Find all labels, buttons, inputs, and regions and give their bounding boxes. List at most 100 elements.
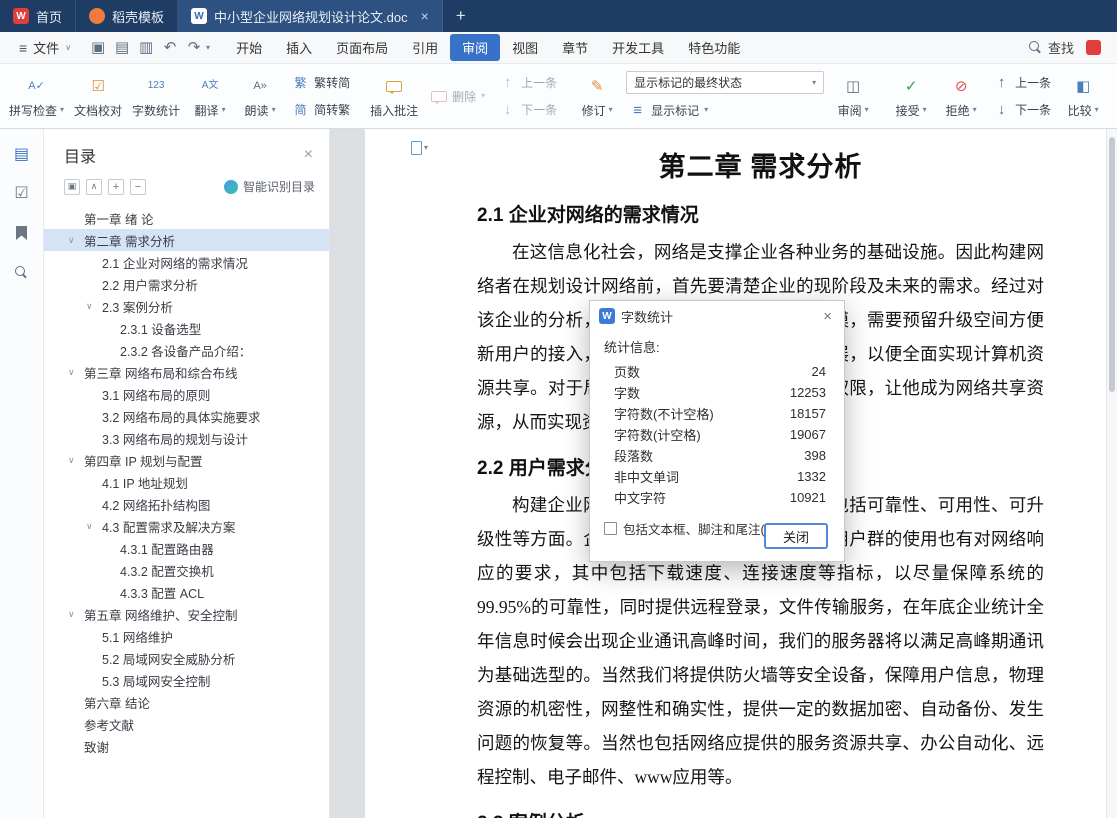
toc-item[interactable]: 3.1 网络布局的原则 (44, 383, 329, 405)
menu-tab-dev-tools[interactable]: 开发工具 (600, 34, 676, 61)
collapse-panel-button[interactable]: ∧ (86, 178, 102, 195)
print-button[interactable]: ▤ (110, 37, 134, 59)
promo-icon[interactable] (1086, 40, 1101, 55)
select-headings-button[interactable]: ▣ (64, 178, 80, 195)
tab-label: 中小型企业网络规划设计论文.doc (214, 9, 408, 25)
menu-tab-view[interactable]: 视图 (500, 34, 550, 61)
collapse-all-button[interactable]: − (130, 178, 146, 195)
show-markup-button[interactable]: ≡ 显示标记 ▾ (626, 99, 824, 121)
toc-item[interactable]: 4.3.3 配置 ACL (44, 581, 329, 603)
toc-item[interactable]: 第六章 结论 (44, 691, 329, 713)
toc-item[interactable]: 2.2 用户需求分析 (44, 273, 329, 295)
toc-item[interactable]: 5.3 局域网安全控制 (44, 669, 329, 691)
reviewing-pane-button[interactable]: ◫ 审阅 ▾ (828, 72, 878, 121)
expand-all-button[interactable]: + (108, 178, 124, 195)
menu-tab-review[interactable]: 审阅 (450, 34, 501, 61)
toc-item[interactable]: 2.3.1 设备选型 (44, 317, 329, 339)
menu-tab-start[interactable]: 开始 (224, 34, 274, 61)
menu-tab-special-features[interactable]: 特色功能 (676, 34, 752, 61)
prev-comment-button[interactable]: ↑ 上一条 (496, 72, 560, 94)
chevron-down-icon[interactable]: ∨ (86, 521, 93, 532)
toc-item[interactable]: 4.1 IP 地址规划 (44, 471, 329, 493)
toc-item[interactable]: 5.1 网络维护 (44, 625, 329, 647)
toc-item[interactable]: 4.2 网络拓扑结构图 (44, 493, 329, 515)
menu-tab-page-layout[interactable]: 页面布局 (324, 34, 400, 61)
insert-comment-button[interactable]: 插入批注 (365, 72, 423, 121)
toc-item[interactable]: ∨ 2.3 案例分析 (44, 295, 329, 317)
toc-item[interactable]: 5.2 局域网安全威胁分析 (44, 647, 329, 669)
redo-icon: ↷ (187, 39, 201, 56)
toc-item[interactable]: ∨ 第三章 网络布局和综合布线 (44, 361, 329, 383)
proofread-button[interactable]: ☑ 文档校对 (69, 72, 127, 121)
stat-row: 非中文单词 1332 (590, 466, 844, 487)
chevron-down-icon[interactable]: ∨ (68, 455, 75, 466)
chevron-down-icon[interactable]: ∨ (68, 235, 75, 246)
close-button[interactable]: 关闭 (764, 523, 828, 549)
scrollbar-thumb[interactable] (1109, 137, 1115, 392)
menu-tab-section[interactable]: 章节 (550, 34, 600, 61)
vertical-scrollbar[interactable] (1106, 129, 1117, 818)
redo-button[interactable]: ↷ (182, 37, 206, 59)
toc-item[interactable]: 第一章 绪 论 (44, 207, 329, 229)
delete-comment-button[interactable]: 删除 ▾ (427, 85, 488, 107)
show-markup-state-dropdown[interactable]: 显示标记的最终状态 ▾ (626, 71, 825, 94)
word-count-button[interactable]: 123 字数统计 (127, 72, 185, 121)
dialog-close-icon[interactable]: × (820, 308, 835, 325)
tab-docer[interactable]: 稻壳模板 (76, 0, 179, 32)
toc-item[interactable]: 4.3.2 配置交换机 (44, 559, 329, 581)
chevron-down-icon: ▾ (221, 105, 226, 114)
next-change-button[interactable]: ↓ 下一条 (990, 99, 1054, 121)
tab-home[interactable]: W 首页 (0, 0, 77, 32)
file-menu-button[interactable]: ≡ 文件 ∨ (10, 38, 80, 57)
toc-item-label: 2.3 案例分析 (102, 300, 173, 315)
toc-item[interactable]: ∨ 第二章 需求分析 (44, 229, 329, 251)
outline-pane-button[interactable]: ▤ (10, 143, 34, 167)
accept-button[interactable]: ✓ 接受 ▾ (886, 72, 936, 121)
translate-button[interactable]: A文 翻译 ▾ (185, 72, 235, 121)
new-tab-button[interactable]: + (443, 0, 479, 32)
close-tab-icon[interactable]: × (421, 8, 429, 24)
spell-check-button[interactable]: A✓ 拼写检查 ▾ (4, 72, 69, 121)
bookmark-pane-button[interactable] (10, 221, 34, 245)
toc-item[interactable]: 2.3.2 各设备产品介绍： (44, 339, 329, 361)
stat-value: 19067 (789, 427, 826, 442)
toc-item[interactable]: ∨ 第五章 网络维护、安全控制 (44, 603, 329, 625)
word-count-dialog: W 字数统计 × 统计信息: 页数 24 字数 12253 字符数(不计空格) 18157… (589, 300, 845, 562)
reject-button[interactable]: ⊘ 拒绝 ▾ (936, 72, 986, 121)
show-markup-icon: ≡ (633, 101, 643, 119)
undo-button[interactable]: ↶ (158, 37, 182, 59)
close-icon[interactable]: × (304, 146, 313, 164)
menu-tab-references[interactable]: 引用 (400, 34, 450, 61)
button-label: 拒绝 (945, 103, 970, 118)
simp-to-trad-button[interactable]: 简简转繁 (289, 99, 353, 121)
toc-item[interactable]: 3.3 网络布局的规划与设计 (44, 427, 329, 449)
docer-icon (89, 8, 106, 24)
next-comment-button[interactable]: ↓ 下一条 (496, 99, 560, 121)
print-preview-button[interactable]: ▥ (134, 37, 158, 59)
button-label: 上一条 (521, 76, 558, 90)
toc-item[interactable]: 4.3.1 配置路由器 (44, 537, 329, 559)
proofing-pane-button[interactable]: ☑ (10, 182, 34, 206)
save-button[interactable]: ▣ (86, 37, 110, 59)
toc-item[interactable]: ∨ 第四章 IP 规划与配置 (44, 449, 329, 471)
read-aloud-button[interactable]: A» 朗读 ▾ (235, 72, 285, 121)
toc-item[interactable]: ∨ 4.3 配置需求及解决方案 (44, 515, 329, 537)
prev-change-button[interactable]: ↑ 上一条 (990, 72, 1054, 94)
chevron-down-icon[interactable]: ∨ (86, 301, 93, 312)
toc-item[interactable]: 致谢 (44, 735, 329, 757)
menu-tab-insert[interactable]: 插入 (274, 34, 324, 61)
chevron-down-icon[interactable]: ∨ (68, 367, 75, 378)
toc-item[interactable]: 参考文献 (44, 713, 329, 735)
trad-to-simp-button[interactable]: 繁繁转简 (289, 72, 353, 94)
toc-item[interactable]: 2.1 企业对网络的需求情况 (44, 251, 329, 273)
chevron-down-icon[interactable]: ∨ (68, 609, 75, 620)
toc-item[interactable]: 3.2 网络布局的具体实施要求 (44, 405, 329, 427)
track-changes-button[interactable]: ✎ 修订 ▾ (572, 72, 622, 121)
find-button[interactable]: 查找 (1021, 38, 1082, 57)
wps-writer-icon: W (599, 308, 615, 324)
search-pane-button[interactable] (10, 260, 34, 284)
compare-button[interactable]: ◧ 比较 ▾ (1058, 72, 1108, 121)
smart-toc-button[interactable]: 智能识别目录 (223, 178, 315, 195)
tab-document[interactable]: W 中小型企业网络规划设计论文.doc × (178, 0, 443, 32)
page-settings-button[interactable]: ▾ (411, 141, 428, 155)
